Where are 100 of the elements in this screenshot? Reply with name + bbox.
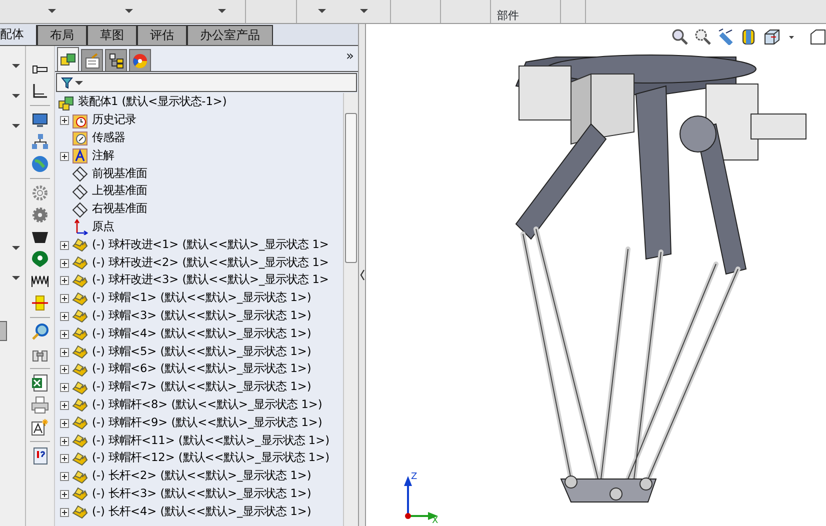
tree-item-label[interactable]: 右视基准面	[92, 201, 147, 218]
tree-item-label[interactable]: (-) 球杆改进<3> (默认<<默认>_显示状态 1>	[92, 272, 329, 290]
tree-item-label[interactable]: 历史记录	[92, 112, 136, 130]
filter-icon[interactable]	[61, 76, 73, 88]
expand-toggle-icon[interactable]	[60, 418, 69, 428]
tree-item-label[interactable]: 原点	[92, 219, 114, 236]
part-icon	[72, 326, 88, 342]
tree-item-label[interactable]: 前视基准面	[92, 166, 147, 183]
expand-toggle-icon[interactable]	[60, 365, 69, 374]
property-sheet-icon	[84, 52, 100, 68]
tree-item-label[interactable]: (-) 球帽<3> (默认<<默认>_显示状态 1>)	[92, 308, 312, 325]
part-icon	[72, 504, 88, 520]
tree-item-label[interactable]: (-) 球杆改进<1> (默认<<默认>_显示状态 1>	[92, 236, 329, 254]
zoom-area-icon[interactable]	[694, 28, 711, 45]
tree-item-label[interactable]: (-) 球帽杆<12> (默认<<默认>_显示状态 1>)	[92, 450, 330, 468]
tree-item-label[interactable]: (-) 球帽杆<8> (默认<<默认>_显示状态 1>)	[92, 396, 322, 414]
part-icon	[72, 362, 88, 378]
caret-icon[interactable]	[318, 9, 326, 13]
part-icon	[72, 486, 88, 502]
caret-icon[interactable]	[48, 9, 56, 13]
plane-icon	[72, 202, 88, 218]
pin-icon[interactable]	[31, 250, 49, 268]
gear-icon[interactable]	[31, 206, 49, 224]
part-icon	[72, 450, 88, 467]
caret-icon[interactable]	[12, 64, 20, 68]
tree-item-label[interactable]: 注解	[92, 148, 114, 165]
caret-icon[interactable]	[75, 80, 83, 84]
document-alert-icon[interactable]	[31, 447, 49, 465]
printer-icon[interactable]	[31, 396, 49, 414]
expand-toggle-icon[interactable]	[60, 436, 69, 446]
search-icon[interactable]	[31, 323, 49, 341]
expand-toggle-icon[interactable]	[60, 454, 69, 464]
panel-tab[interactable]	[81, 49, 103, 71]
part-icon	[72, 415, 88, 432]
tree-item-label[interactable]: 装配体1 (默认<显示状态-1>)	[78, 94, 227, 112]
tree-item-label[interactable]: (-) 长杆<3> (默认<<默认>_显示状态 1>)	[92, 486, 312, 503]
caret-icon[interactable]	[12, 276, 20, 280]
tree-item-label[interactable]: (-) 球杆改进<2> (默认<<默认>_显示状态 1>	[92, 254, 329, 272]
expand-toggle-icon[interactable]	[60, 312, 69, 321]
panel-tab[interactable]	[57, 47, 79, 71]
tree-item-label[interactable]: 上视基准面	[92, 183, 147, 200]
expand-toggle-icon[interactable]	[60, 508, 69, 517]
zoom-fit-icon[interactable]	[671, 28, 688, 45]
text-spark-icon[interactable]	[31, 418, 49, 436]
tree-item-label[interactable]: (-) 长杆<2> (默认<<默认>_显示状态 1>)	[92, 468, 312, 486]
expand-toggle-icon[interactable]	[60, 383, 69, 392]
expand-toggle-icon[interactable]	[60, 258, 69, 268]
toolbar-button[interactable]	[0, 321, 7, 341]
annotation-folder-icon	[72, 148, 88, 164]
command-tab[interactable]: 布局	[37, 25, 87, 45]
expand-toggle-icon[interactable]	[60, 330, 69, 339]
caret-icon[interactable]	[125, 9, 133, 13]
caret-icon[interactable]	[12, 124, 20, 128]
tree-item-label[interactable]: (-) 球帽<1> (默认<<默认>_显示状态 1>)	[92, 290, 312, 308]
panel-tab[interactable]	[129, 49, 151, 71]
caret-icon[interactable]	[360, 9, 368, 13]
parts-icon	[60, 52, 76, 68]
expand-toggle-icon[interactable]	[60, 400, 69, 410]
tree-item-label[interactable]: (-) 球帽<5> (默认<<默认>_显示状态 1>)	[92, 344, 312, 361]
caret-icon[interactable]	[12, 246, 20, 250]
command-tab[interactable]: 配体	[0, 25, 37, 45]
spreadsheet-icon[interactable]	[31, 374, 49, 392]
clock-folder-icon	[72, 112, 88, 129]
part-icon	[72, 344, 88, 360]
axis-label: Z	[411, 472, 418, 482]
tree-item-label[interactable]: (-) 长杆<4> (默认<<默认>_显示状态 1>)	[92, 504, 312, 521]
caret-icon[interactable]	[12, 94, 20, 98]
globe-icon[interactable]	[31, 155, 49, 173]
beam-icon[interactable]	[31, 294, 49, 312]
command-tab[interactable]: 办公室产品	[187, 25, 273, 45]
toolbar-label[interactable]: 部件	[497, 9, 519, 22]
monitor-icon[interactable]	[31, 111, 49, 129]
angle-icon[interactable]	[31, 82, 49, 100]
part-icon	[72, 308, 88, 324]
tree-item-label[interactable]: (-) 球帽杆<9> (默认<<默认>_显示状态 1>)	[92, 414, 322, 432]
expand-panel-button[interactable]: »	[346, 50, 354, 64]
tree-item-label[interactable]: (-) 球帽<7> (默认<<默认>_显示状态 1>)	[92, 379, 312, 396]
expand-toggle-icon[interactable]	[60, 152, 69, 161]
expand-toggle-icon[interactable]	[60, 276, 69, 286]
expand-toggle-icon[interactable]	[60, 490, 69, 499]
expand-toggle-icon[interactable]	[60, 116, 69, 126]
section-view-icon[interactable]	[740, 28, 757, 45]
part-icon	[72, 380, 88, 396]
tree-item-label[interactable]: (-) 球帽杆<11> (默认<<默认>_显示状态 1>)	[92, 432, 330, 450]
gear-icon[interactable]	[31, 184, 49, 202]
caret-icon[interactable]	[218, 9, 226, 13]
expand-toggle-icon[interactable]	[60, 240, 69, 250]
gauge-folder-icon	[72, 130, 88, 146]
tree-item-label[interactable]: (-) 球帽<4> (默认<<默认>_显示状态 1>)	[92, 326, 312, 343]
expand-toggle-icon[interactable]	[60, 472, 69, 482]
expand-toggle-icon[interactable]	[60, 348, 69, 357]
vertical-scrollbar[interactable]	[343, 93, 358, 526]
network-icon[interactable]	[31, 133, 49, 151]
expand-toggle-icon[interactable]	[60, 294, 69, 304]
panel-tab[interactable]	[105, 49, 127, 71]
part-icon	[72, 397, 88, 414]
command-tab[interactable]: 评估	[137, 25, 187, 45]
tree-item-label[interactable]: 传感器	[92, 130, 125, 147]
tree-item-label[interactable]: (-) 球帽<6> (默认<<默认>_显示状态 1>)	[92, 361, 312, 378]
command-tab[interactable]: 草图	[87, 25, 137, 45]
